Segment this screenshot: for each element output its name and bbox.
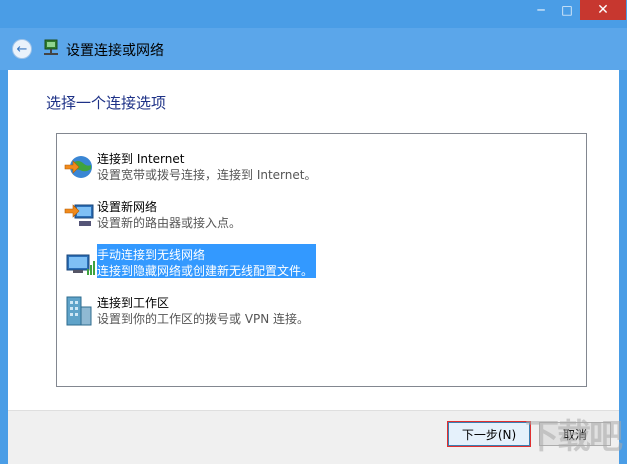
dialog-window: ─ □ ✕ ← 设置连接或网络 选择一个连接选项 连接到 Internet 设置… <box>0 0 627 464</box>
option-title: 连接到工作区 <box>97 296 170 310</box>
option-title: 设置新网络 <box>97 200 158 214</box>
option-connect-workplace[interactable]: 连接到工作区 设置到你的工作区的拨号或 VPN 连接。 <box>63 292 463 330</box>
option-connect-internet[interactable]: 连接到 Internet 设置宽带或拨号连接，连接到 Internet。 <box>63 148 463 186</box>
wireless-network-icon <box>66 254 95 275</box>
close-button[interactable]: ✕ <box>580 0 626 20</box>
globe-connection-icon <box>64 156 92 178</box>
minimize-button[interactable]: ─ <box>528 0 554 20</box>
watermark-logo: 下载吧 <box>525 417 623 457</box>
dialog-title: 设置连接或网络 <box>66 43 164 59</box>
option-description: 设置宽带或拨号连接，连接到 Internet。 <box>97 168 317 182</box>
option-manual-wireless[interactable]: 手动连接到无线网络 连接到隐藏网络或创建新无线配置文件。 <box>63 244 463 282</box>
option-description: 设置新的路由器或接入点。 <box>97 216 242 230</box>
back-arrow-icon: ← <box>16 41 28 57</box>
new-network-icon <box>64 204 94 226</box>
workplace-icon <box>66 296 92 326</box>
title-bar: ─ □ ✕ <box>0 0 627 28</box>
dialog-header: ← 设置连接或网络 <box>0 28 627 70</box>
connection-options-list[interactable]: 连接到 Internet 设置宽带或拨号连接，连接到 Internet。 设置新… <box>56 133 587 387</box>
network-icon <box>44 39 58 55</box>
maximize-button[interactable]: □ <box>554 0 580 20</box>
option-setup-network[interactable]: 设置新网络 设置新的路由器或接入点。 <box>63 196 463 234</box>
content-area: 选择一个连接选项 连接到 Internet 设置宽带或拨号连接，连接到 Inte… <box>8 70 619 410</box>
option-description: 连接到隐藏网络或创建新无线配置文件。 <box>97 264 314 278</box>
next-button[interactable]: 下一步(N) <box>448 422 530 446</box>
option-title: 连接到 Internet <box>97 152 185 166</box>
back-button[interactable]: ← <box>12 39 32 59</box>
option-title: 手动连接到无线网络 <box>97 248 206 262</box>
page-subtitle: 选择一个连接选项 <box>46 94 167 112</box>
option-description: 设置到你的工作区的拨号或 VPN 连接。 <box>97 312 310 326</box>
